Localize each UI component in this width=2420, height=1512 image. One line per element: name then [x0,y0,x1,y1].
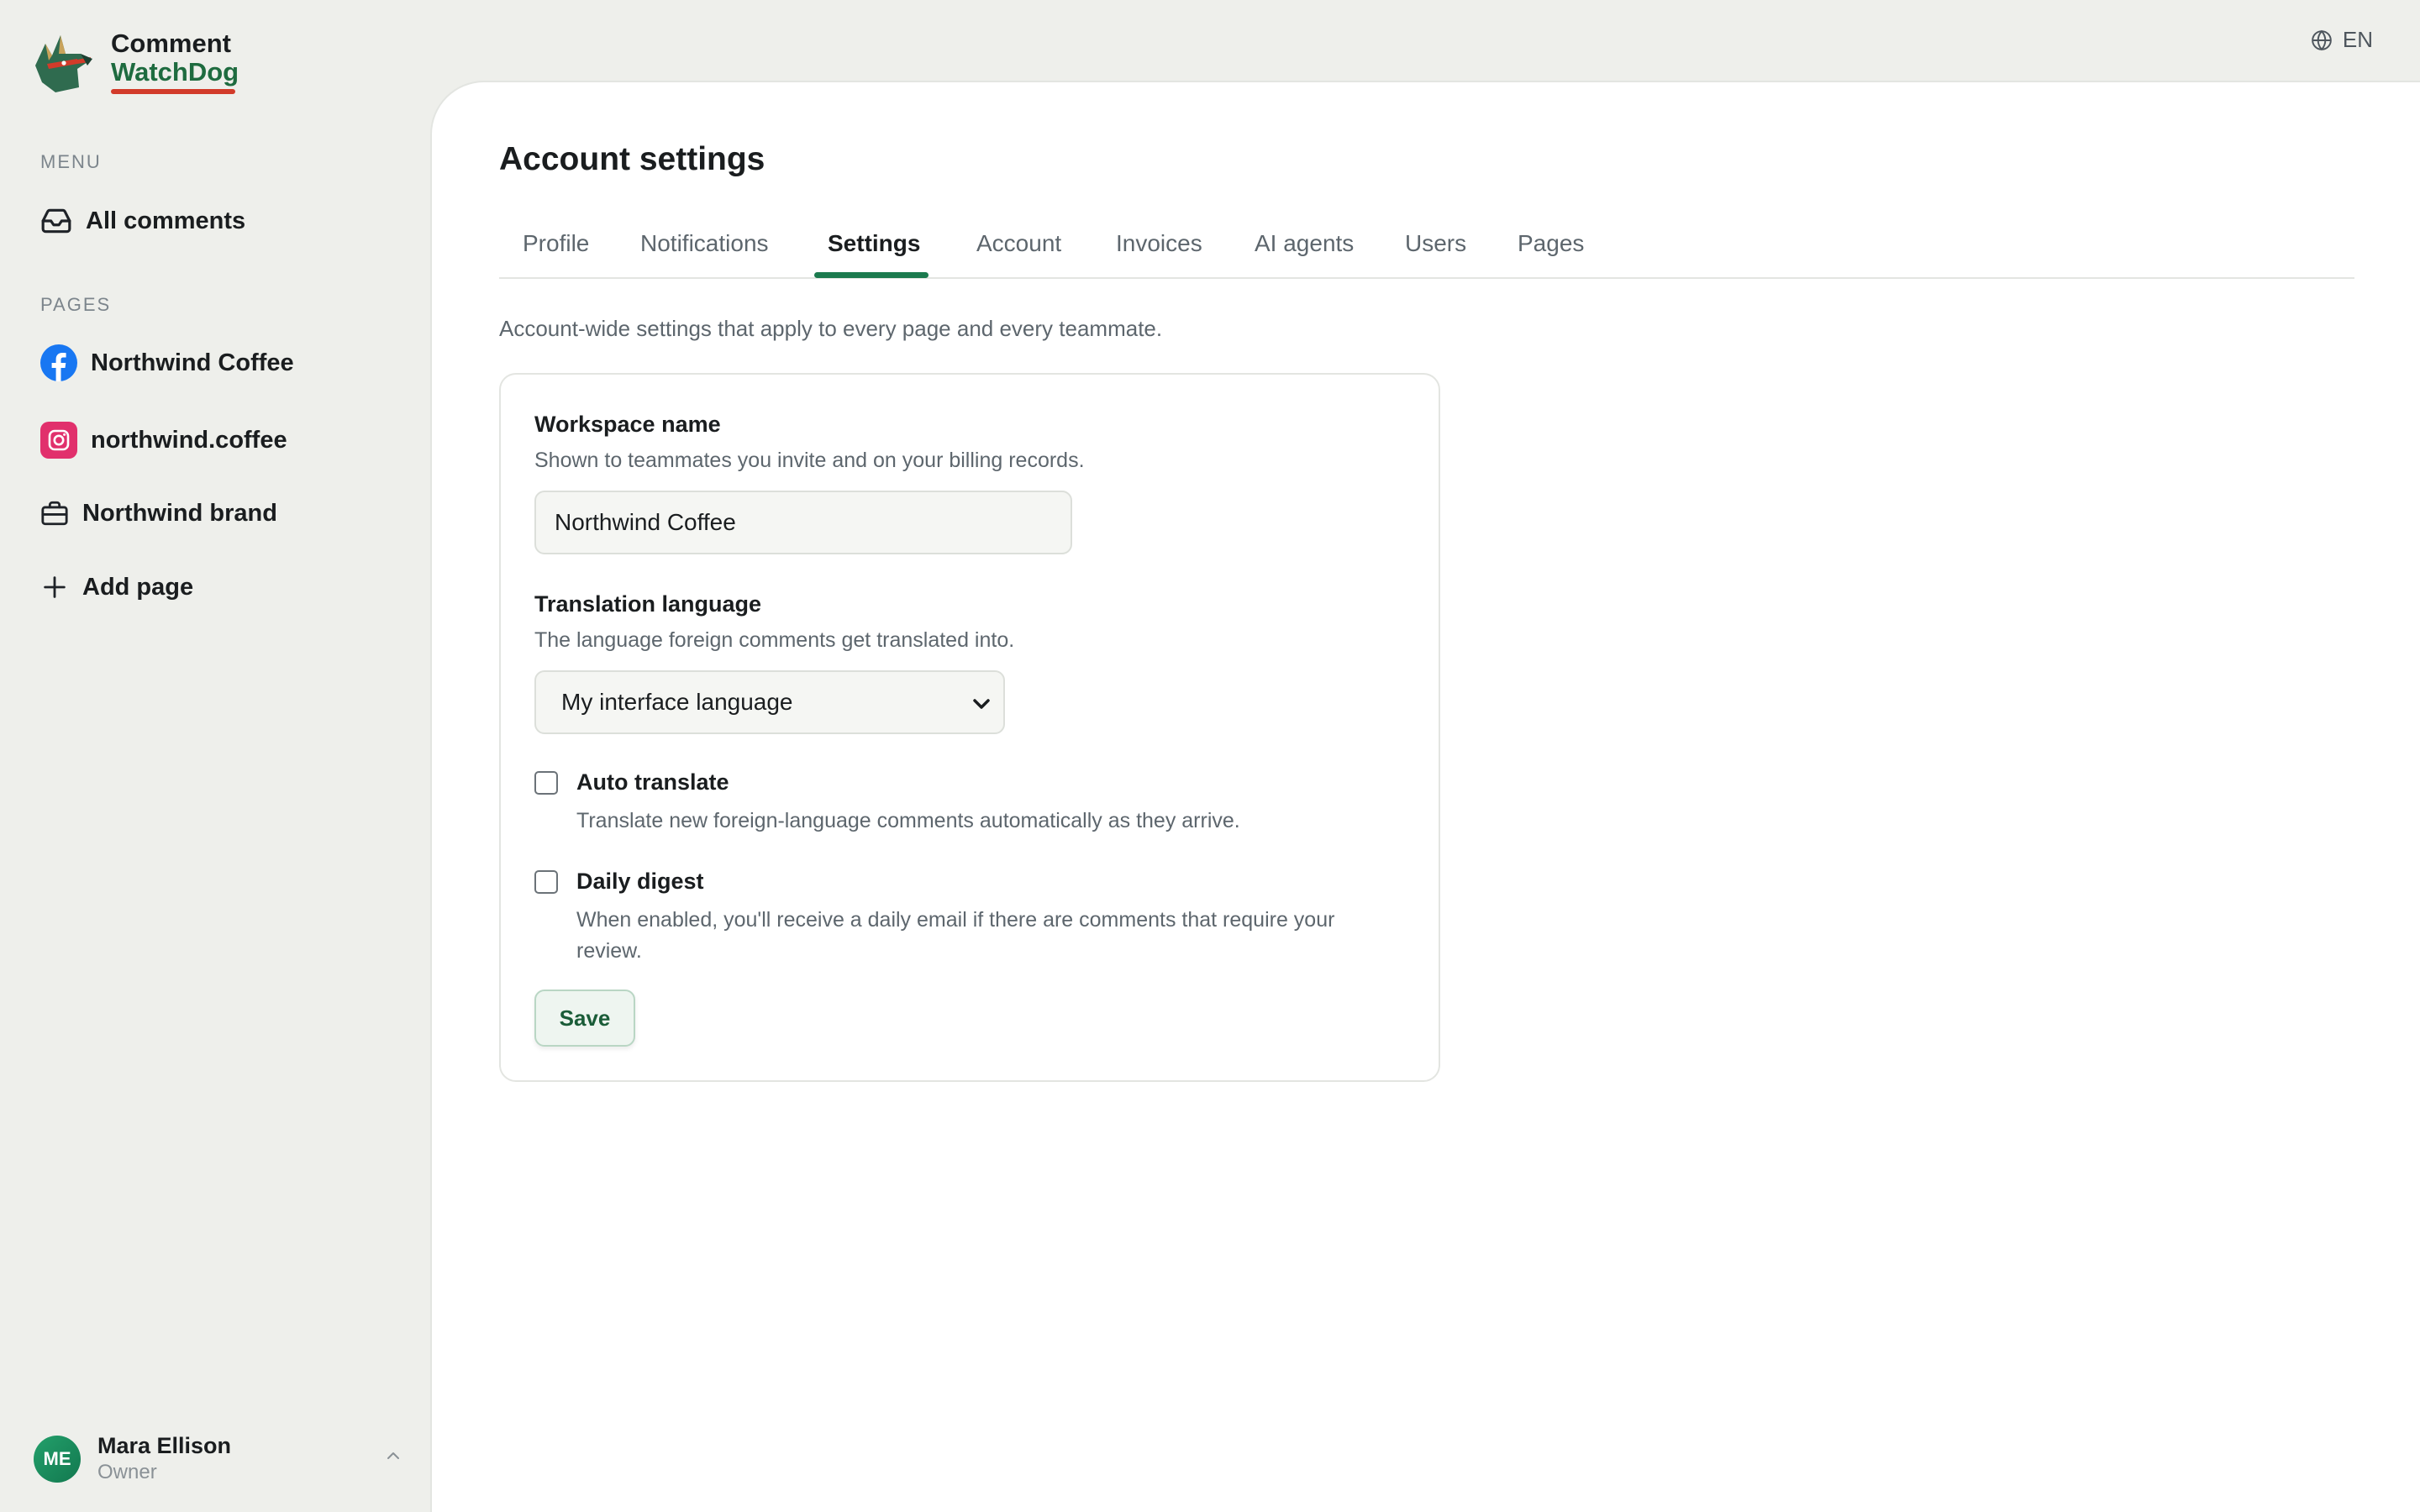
globe-icon [2312,29,2332,50]
settings-card: Workspace name Shown to teammates you in… [499,373,1440,1082]
language-label: EN [2342,27,2373,52]
instagram-icon [40,422,77,459]
translation-language-select[interactable]: My interface language [534,670,1005,734]
add-page-button[interactable]: Add page [40,573,193,601]
plus-icon [44,576,66,598]
active-tab-indicator [814,272,929,278]
sidebar-item-label: Northwind brand [82,499,277,527]
tab-users[interactable]: Users [1405,225,1466,279]
brand-wordmark: Comment WatchDog [111,29,239,94]
briefcase-icon [41,501,68,526]
tab-settings[interactable]: Settings [828,225,920,279]
tab-ai-agents[interactable]: AI agents [1255,225,1354,279]
workspace-name-input[interactable] [534,491,1072,554]
daily-digest-text: Daily digest When enabled, you'll receiv… [576,869,1383,967]
chevron-down-icon [973,699,990,709]
sidebar-item-brand-page[interactable]: Northwind brand [40,499,277,528]
daily-digest-row: Daily digest When enabled, you'll receiv… [534,869,1383,967]
save-button[interactable]: Save [534,990,635,1047]
main-panel: Account settings Profile Notifications S… [430,81,2420,1512]
sidebar-item-label: Northwind Coffee [91,349,294,376]
user-name: Mara Ellison [97,1433,232,1458]
tab-pages[interactable]: Pages [1518,225,1584,279]
auto-translate-title: Auto translate [576,769,729,795]
user-info: Mara Ellison Owner [97,1432,231,1485]
translation-language-title: Translation language [534,591,762,617]
add-page-label: Add page [82,573,194,601]
sidebar-item-all-comments[interactable]: All comments [40,205,245,237]
tab-notifications[interactable]: Notifications [640,225,769,279]
sidebar-item-instagram-page[interactable]: northwind.coffee [40,422,287,459]
language-switcher[interactable]: EN [2311,27,2373,53]
settings-tabs: Profile Notifications Settings Account I… [499,225,2354,279]
brand-line2: WatchDog [111,57,239,87]
tab-account[interactable]: Account [976,225,1061,279]
translation-language-description: The language foreign comments get transl… [534,628,1015,652]
avatar: ME [34,1435,81,1483]
inbox-icon [41,208,71,234]
chevron-up-icon[interactable] [383,1446,403,1466]
page-title: Account settings [499,141,765,177]
daily-digest-checkbox[interactable] [534,870,558,894]
settings-intro: Account-wide settings that apply to ever… [499,316,1163,341]
auto-translate-row: Auto translate Translate new foreign-lan… [534,769,1383,837]
auto-translate-checkbox[interactable] [534,771,558,795]
tab-invoices[interactable]: Invoices [1116,225,1202,279]
sidebar-item-facebook-page[interactable]: Northwind Coffee [40,344,294,381]
auto-translate-text: Auto translate Translate new foreign-lan… [576,769,1383,837]
sidebar-item-label: All comments [86,207,246,234]
workspace-name-title: Workspace name [534,412,721,437]
pages-section-label: PAGES [40,294,112,315]
facebook-icon [40,344,77,381]
menu-section-label: MENU [40,151,102,172]
brand-line1: Comment [111,29,231,58]
brand-underline [111,89,235,94]
workspace-name-description: Shown to teammates you invite and on you… [534,449,1085,472]
user-role: Owner [97,1461,157,1484]
daily-digest-title: Daily digest [576,869,704,894]
sidebar: Comment WatchDog MENU All comments PAGES… [0,0,430,1512]
auto-translate-description: Translate new foreign-language comments … [576,809,1240,832]
user-menu[interactable]: ME Mara Ellison Owner [34,1432,403,1485]
sidebar-item-label: northwind.coffee [91,426,287,454]
tab-profile[interactable]: Profile [523,225,589,279]
brand-logo[interactable]: Comment WatchDog [27,29,239,96]
watchdog-logo-icon [35,35,92,92]
translation-language-value: My interface language [561,689,793,715]
daily-digest-description: When enabled, you'll receive a daily ema… [576,908,1335,963]
